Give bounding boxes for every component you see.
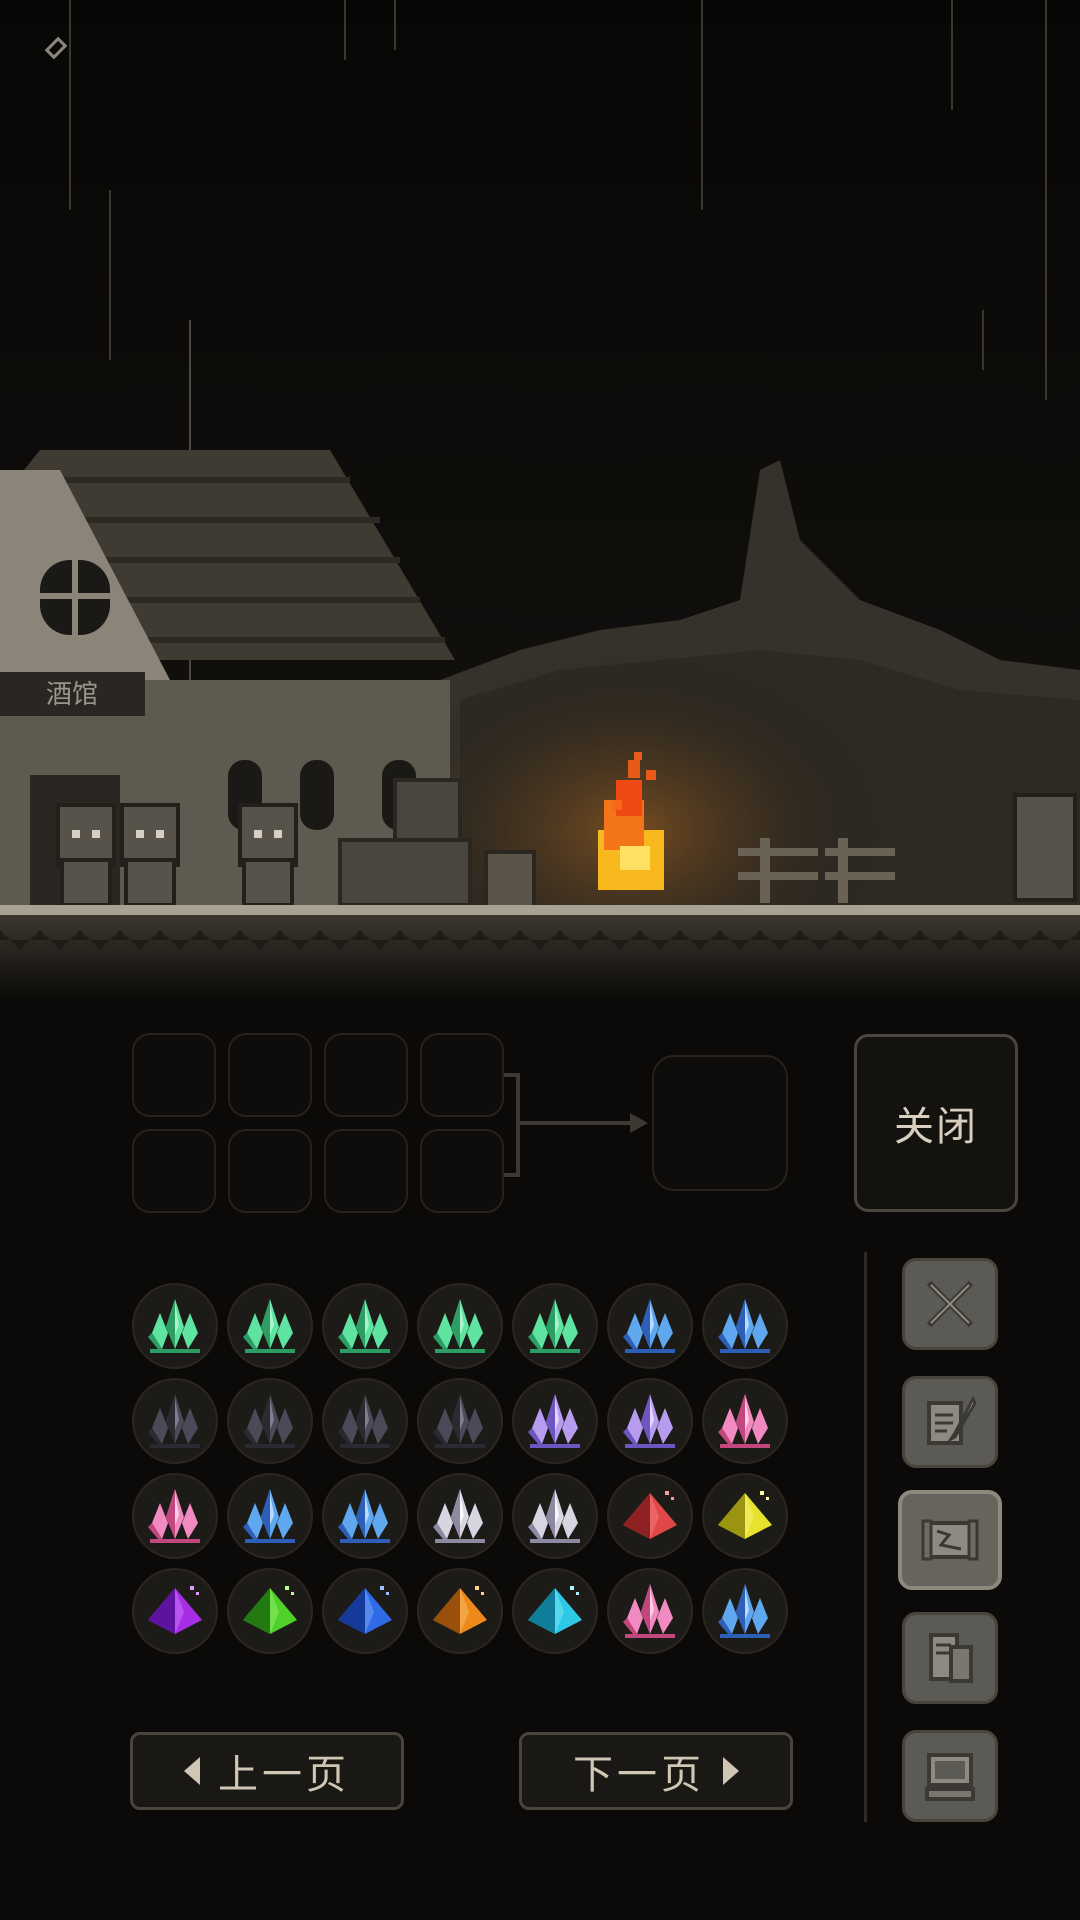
craft-slot[interactable] bbox=[324, 1033, 408, 1117]
inventory-item[interactable] bbox=[702, 1473, 788, 1559]
crystal-blue-icon bbox=[718, 1584, 770, 1638]
tab-crafting[interactable] bbox=[898, 1490, 1002, 1590]
inventory-item[interactable] bbox=[512, 1283, 598, 1369]
crystal-white-icon bbox=[528, 1489, 580, 1543]
inventory-item[interactable] bbox=[607, 1283, 693, 1369]
tab-computer[interactable] bbox=[902, 1730, 998, 1822]
inventory-item[interactable] bbox=[702, 1283, 788, 1369]
crystal-dark-icon bbox=[148, 1394, 200, 1448]
crystal-white-icon bbox=[433, 1489, 485, 1543]
computer-icon bbox=[925, 1753, 975, 1801]
crystal-green-icon bbox=[243, 1299, 295, 1353]
crystal-blue-icon bbox=[718, 1299, 770, 1353]
craft-slot[interactable] bbox=[420, 1129, 504, 1213]
inventory-item[interactable] bbox=[417, 1283, 503, 1369]
craft-slot[interactable] bbox=[420, 1033, 504, 1117]
inventory-item[interactable] bbox=[322, 1378, 408, 1464]
craft-slot[interactable] bbox=[132, 1033, 216, 1117]
documents-icon bbox=[929, 1633, 973, 1683]
crystal-pink-icon bbox=[148, 1489, 200, 1543]
map-scroll-icon bbox=[921, 1519, 979, 1561]
scene-art: 酒馆 bbox=[0, 0, 1080, 1000]
next-page-button[interactable]: 下一页 bbox=[519, 1732, 793, 1810]
settings-ring-icon[interactable] bbox=[44, 36, 68, 60]
inventory-item[interactable] bbox=[132, 1473, 218, 1559]
crystal-violet-icon bbox=[623, 1394, 675, 1448]
inventory-item[interactable] bbox=[322, 1473, 408, 1559]
pyramid-blue-icon bbox=[338, 1586, 392, 1634]
craft-slot[interactable] bbox=[228, 1129, 312, 1213]
craft-slot[interactable] bbox=[132, 1129, 216, 1213]
inventory-item[interactable] bbox=[227, 1283, 313, 1369]
game-scene: 酒馆 bbox=[0, 0, 1080, 1000]
crystal-dark-icon bbox=[243, 1394, 295, 1448]
crystal-blue-icon bbox=[623, 1299, 675, 1353]
pyramid-purple-icon bbox=[148, 1586, 202, 1634]
inventory-item[interactable] bbox=[512, 1568, 598, 1654]
pyramid-orange-icon bbox=[433, 1586, 487, 1634]
scroll-quill-icon bbox=[927, 1395, 977, 1445]
pyramid-cyan-icon bbox=[528, 1586, 582, 1634]
inventory-item[interactable] bbox=[702, 1568, 788, 1654]
tab-quests[interactable] bbox=[902, 1376, 998, 1468]
crystal-green-icon bbox=[433, 1299, 485, 1353]
pyramid-green-icon bbox=[243, 1586, 297, 1634]
crystal-dark-icon bbox=[338, 1394, 390, 1448]
crystal-green-icon bbox=[338, 1299, 390, 1353]
inventory-item[interactable] bbox=[227, 1378, 313, 1464]
crystal-dark-icon bbox=[433, 1394, 485, 1448]
crystal-blue-icon bbox=[338, 1489, 390, 1543]
inventory-item[interactable] bbox=[417, 1378, 503, 1464]
inventory-item[interactable] bbox=[227, 1473, 313, 1559]
arrow-right-icon bbox=[723, 1757, 739, 1785]
prev-page-button[interactable]: 上一页 bbox=[130, 1732, 404, 1810]
inventory-item[interactable] bbox=[417, 1568, 503, 1654]
tavern-sign: 酒馆 bbox=[46, 680, 98, 710]
craft-slot[interactable] bbox=[324, 1129, 408, 1213]
inventory-item[interactable] bbox=[132, 1283, 218, 1369]
inventory-item[interactable] bbox=[132, 1378, 218, 1464]
crystal-pink-icon bbox=[718, 1394, 770, 1448]
crystal-pink-icon bbox=[623, 1584, 675, 1638]
inventory-item[interactable] bbox=[417, 1473, 503, 1559]
divider bbox=[864, 1252, 867, 1822]
pyramid-yellow-icon bbox=[718, 1491, 772, 1539]
inventory-item[interactable] bbox=[702, 1378, 788, 1464]
inventory-item[interactable] bbox=[607, 1473, 693, 1559]
inventory-item[interactable] bbox=[322, 1568, 408, 1654]
inventory-item[interactable] bbox=[322, 1283, 408, 1369]
next-page-label: 下一页 bbox=[573, 1752, 705, 1798]
inventory-item[interactable] bbox=[512, 1473, 598, 1559]
inventory-item[interactable] bbox=[227, 1568, 313, 1654]
crystal-green-icon bbox=[148, 1299, 200, 1353]
crystal-blue-icon bbox=[243, 1489, 295, 1543]
arrow-left-icon bbox=[184, 1757, 200, 1785]
inventory-item[interactable] bbox=[132, 1568, 218, 1654]
crystal-green-icon bbox=[528, 1299, 580, 1353]
tab-equipment[interactable] bbox=[902, 1258, 998, 1350]
craft-result-slot[interactable] bbox=[652, 1055, 788, 1191]
craft-arrow-icon bbox=[504, 1073, 648, 1177]
close-button[interactable]: 关闭 bbox=[854, 1034, 1018, 1212]
tab-documents[interactable] bbox=[902, 1612, 998, 1704]
inventory-item[interactable] bbox=[607, 1378, 693, 1464]
prev-page-label: 上一页 bbox=[218, 1752, 350, 1798]
sword-icon bbox=[926, 1280, 974, 1328]
craft-slot[interactable] bbox=[228, 1033, 312, 1117]
inventory-item[interactable] bbox=[512, 1378, 598, 1464]
inventory-item[interactable] bbox=[607, 1568, 693, 1654]
crystal-violet-icon bbox=[528, 1394, 580, 1448]
pyramid-red-icon bbox=[623, 1491, 677, 1539]
